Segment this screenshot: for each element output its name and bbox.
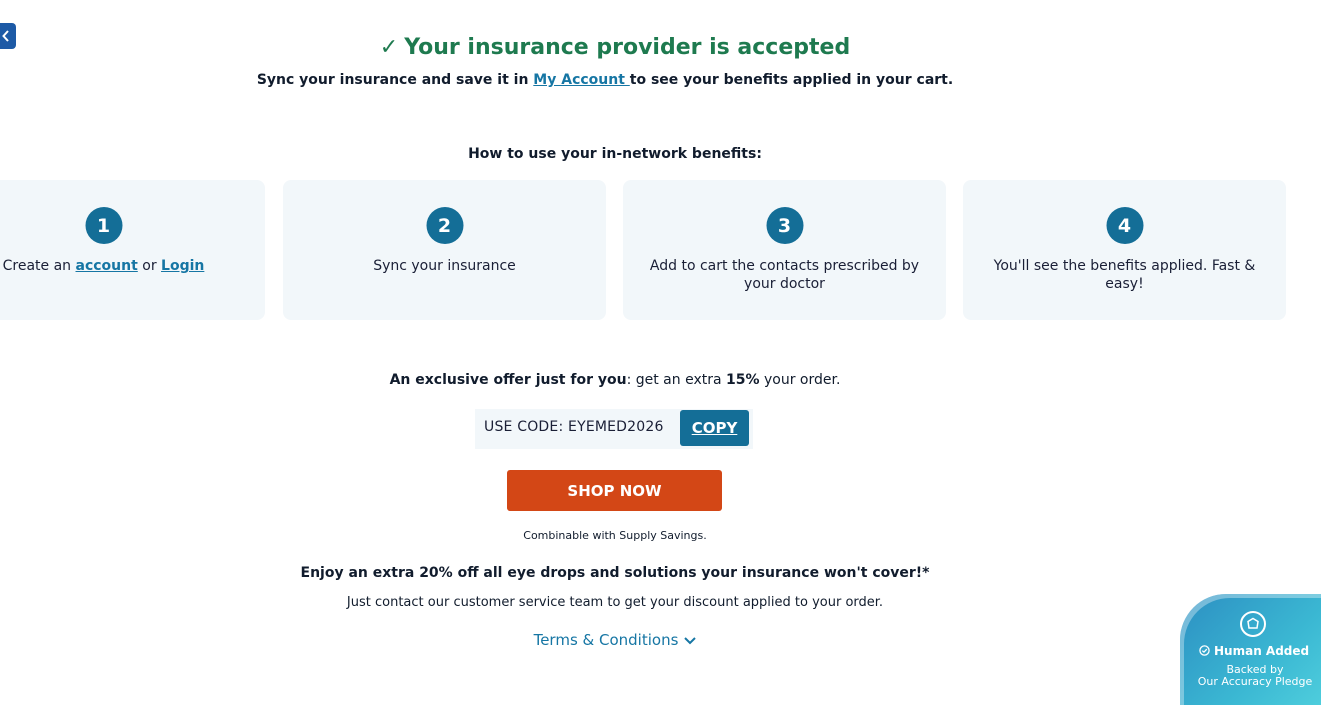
- step-card-3: 3 Add to cart the contacts prescribed by…: [623, 180, 946, 320]
- step-number: 4: [1106, 207, 1143, 244]
- check-circle-icon: [1199, 645, 1210, 656]
- step-text: Create an account or Login: [0, 257, 245, 275]
- step-card-4: 4 You'll see the benefits applied. Fast …: [963, 180, 1286, 320]
- my-account-link[interactable]: My Account: [533, 72, 629, 88]
- offer-text-1: : get an extra: [626, 372, 727, 388]
- step-card-2: 2 Sync your insurance: [283, 180, 606, 320]
- copy-button[interactable]: COPY: [680, 410, 749, 446]
- step-number: 2: [426, 207, 463, 244]
- step-text: Add to cart the contacts prescribed by y…: [649, 258, 920, 292]
- sync-text-before: Sync your insurance and save it in: [256, 72, 534, 88]
- checkmark-icon: ✓: [379, 35, 399, 60]
- promo-code-box: USE CODE: EYEMED2026 COPY: [475, 409, 753, 449]
- combinable-note: Combinable with Supply Savings.: [523, 529, 707, 542]
- step-text-mid: or: [137, 258, 162, 274]
- sync-instructions: Sync your insurance and save it in My Ac…: [0, 72, 1210, 88]
- chevron-down-icon: [684, 636, 697, 644]
- page-title-text: Your insurance provider is accepted: [404, 35, 851, 60]
- badge-subtitle: Backed by Our Accuracy Pledge: [1180, 664, 1321, 688]
- step-number: 1: [85, 207, 122, 244]
- step-number: 3: [766, 207, 803, 244]
- badge-sub-line-2: Our Accuracy Pledge: [1197, 675, 1313, 688]
- exclusive-offer-text: An exclusive offer just for you: get an …: [0, 372, 1230, 388]
- login-link[interactable]: Login: [161, 258, 204, 274]
- offer-percent: 15%: [726, 372, 760, 388]
- shop-now-button[interactable]: SHOP NOW: [507, 470, 722, 511]
- offer-bold-1: An exclusive offer just for you: [389, 372, 627, 388]
- contact-note: Just contact our customer service team t…: [346, 595, 884, 610]
- sync-text-after: to see your benefits applied in your car…: [629, 72, 954, 88]
- step-text: You'll see the benefits applied. Fast & …: [993, 258, 1256, 292]
- terms-toggle[interactable]: Terms & Conditions: [0, 631, 1230, 649]
- page: ✓ Your insurance provider is accepted Syn…: [0, 0, 1321, 705]
- page-title: ✓ Your insurance provider is accepted: [0, 35, 1230, 60]
- step-text: Sync your insurance: [373, 258, 516, 274]
- offer-text-2: your order.: [759, 372, 841, 388]
- step-text-pre: Create an: [2, 258, 76, 274]
- shield-icon: [1240, 611, 1266, 637]
- account-link[interactable]: account: [76, 258, 138, 274]
- terms-label: Terms & Conditions: [533, 631, 679, 649]
- badge-title-text: Human Added: [1214, 644, 1310, 658]
- badge-title: Human Added: [1199, 644, 1309, 658]
- step-card-1: 1 Create an account or Login: [0, 180, 265, 320]
- eye-drops-offer: Enjoy an extra 20% off all eye drops and…: [300, 565, 930, 581]
- accuracy-pledge-badge[interactable]: Human Added Backed by Our Accuracy Pledg…: [1180, 594, 1321, 705]
- how-to-heading: How to use your in-network benefits:: [468, 146, 762, 162]
- promo-code: USE CODE: EYEMED2026: [484, 419, 664, 435]
